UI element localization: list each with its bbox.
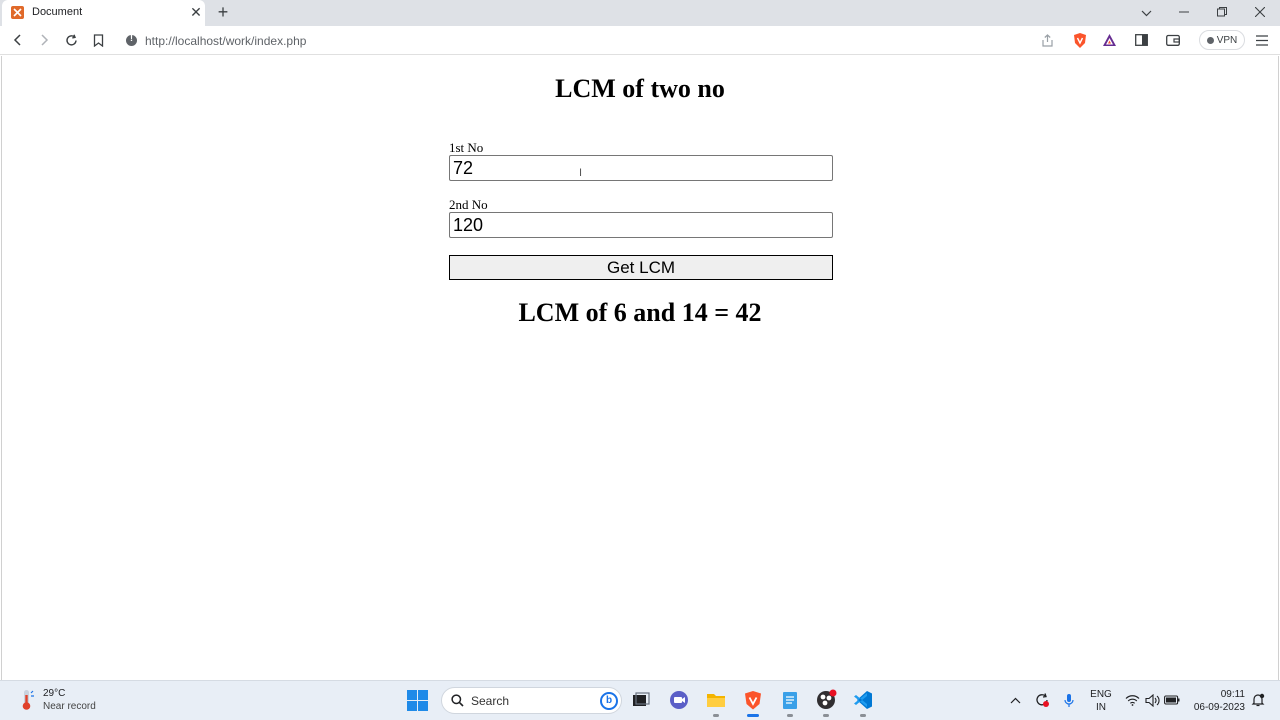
microphone-icon[interactable] (1061, 692, 1077, 708)
vpn-label: VPN (1216, 34, 1238, 46)
taskbar-search[interactable]: Search b (441, 687, 622, 714)
xampp-icon (11, 6, 24, 19)
menu-icon[interactable] (1253, 31, 1271, 49)
running-indicator (787, 714, 793, 717)
new-tab-button[interactable]: + (213, 2, 233, 22)
second-number-label: 2nd No (449, 197, 488, 212)
get-lcm-button[interactable]: Get LCM (449, 255, 833, 280)
tab-document[interactable]: Document ✕ (2, 0, 205, 26)
close-window-icon[interactable] (1250, 3, 1270, 23)
thermometer-icon[interactable] (18, 689, 36, 711)
taskbar: 29°C Near record Search b ENG IN 09:11 0… (0, 680, 1280, 720)
bing-icon[interactable]: b (600, 692, 618, 710)
tab-close-icon[interactable]: ✕ (188, 4, 204, 20)
second-number-input[interactable] (449, 212, 833, 238)
brave-rewards-icon[interactable] (1100, 31, 1118, 49)
sync-icon[interactable] (1034, 692, 1050, 708)
running-indicator (860, 714, 866, 717)
notepad-icon[interactable] (779, 689, 801, 717)
vpn-button[interactable]: VPN (1199, 30, 1245, 50)
taskbar-clock[interactable]: 09:11 06-09-2023 (1183, 688, 1245, 714)
address-bar[interactable]: http://localhost/work/index.php (116, 29, 1196, 52)
vpn-status-icon (1206, 36, 1214, 44)
share-icon[interactable] (1038, 31, 1056, 49)
clock-time: 09:11 (1220, 689, 1245, 700)
volume-icon[interactable] (1144, 692, 1160, 708)
search-placeholder: Search (471, 694, 510, 708)
clock-date: 06-09-2023 (1193, 702, 1245, 713)
sidebar-toggle-icon[interactable] (1132, 31, 1150, 49)
back-icon[interactable] (9, 31, 27, 49)
tab-strip: Document ✕ + (0, 0, 1280, 26)
first-number-label: 1st No (449, 140, 484, 155)
obs-studio-icon[interactable] (815, 689, 837, 717)
input-language[interactable]: ENG IN (1090, 688, 1112, 714)
windows-start-icon[interactable] (407, 690, 428, 711)
url-text[interactable]: http://localhost/work/index.php (145, 34, 306, 48)
teams-chat-icon[interactable] (668, 689, 690, 711)
page-title: LCM of two no (555, 74, 725, 103)
notification-bell-icon[interactable] (1251, 693, 1265, 707)
first-number-input[interactable] (449, 155, 833, 181)
result-text: LCM of 6 and 14 = 42 (518, 298, 762, 327)
task-view-icon[interactable] (630, 689, 652, 711)
browser-toolbar: http://localhost/work/index.php VPN (0, 26, 1280, 55)
vscode-icon[interactable] (852, 689, 874, 717)
text-cursor-icon: I (579, 167, 583, 179)
bookmark-icon[interactable] (89, 31, 107, 49)
running-indicator (713, 714, 719, 717)
search-icon (451, 694, 464, 707)
site-info-icon[interactable] (126, 33, 137, 46)
reload-icon[interactable] (62, 31, 80, 49)
forward-icon[interactable] (35, 31, 53, 49)
page-viewport: LCM of two no 1st No 2nd No Get LCM LCM … (1, 56, 1279, 680)
language-code: ENG (1090, 689, 1112, 700)
wallet-icon[interactable] (1164, 31, 1182, 49)
tab-title: Document (32, 6, 83, 18)
brave-browser-icon[interactable] (742, 689, 764, 717)
file-explorer-icon[interactable] (705, 689, 727, 717)
battery-icon[interactable] (1164, 692, 1180, 708)
brave-shields-icon[interactable] (1071, 31, 1089, 49)
show-hidden-icons-chevron-icon[interactable] (1007, 692, 1023, 708)
weather-temperature[interactable]: 29°C (43, 688, 65, 699)
restore-icon[interactable] (1212, 3, 1232, 23)
wifi-icon[interactable] (1124, 692, 1140, 708)
weather-description[interactable]: Near record (43, 701, 96, 712)
tab-search-chevron-icon[interactable] (1136, 3, 1156, 23)
minimize-icon[interactable] (1174, 3, 1194, 23)
region-code: IN (1096, 702, 1106, 713)
running-indicator (823, 714, 829, 717)
